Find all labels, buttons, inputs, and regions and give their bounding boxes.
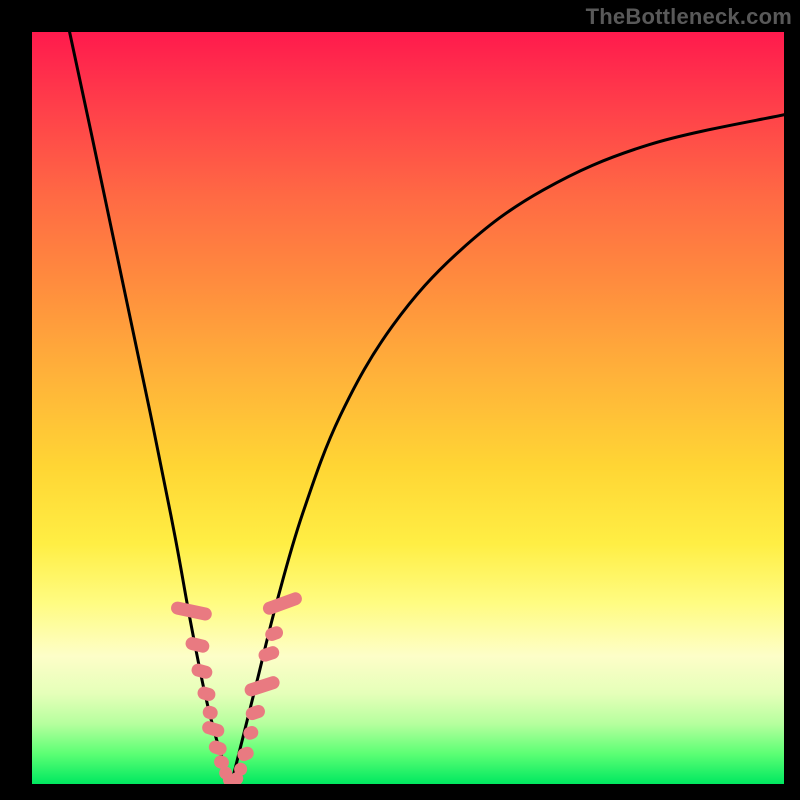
dot-marker xyxy=(184,636,210,654)
dot-marker xyxy=(257,644,281,663)
dot-marker xyxy=(201,704,219,721)
plot-area xyxy=(32,32,784,784)
dot-marker xyxy=(196,685,217,702)
dot-marker xyxy=(200,719,225,738)
dot-marker xyxy=(207,739,228,757)
dot-marker xyxy=(261,590,304,616)
curve-right-curve xyxy=(231,115,784,784)
dot-marker xyxy=(243,674,281,698)
outer-frame: TheBottleneck.com xyxy=(0,0,800,800)
dot-marker xyxy=(190,662,214,680)
curve-layer xyxy=(32,32,784,784)
watermark-text: TheBottleneck.com xyxy=(586,4,792,30)
